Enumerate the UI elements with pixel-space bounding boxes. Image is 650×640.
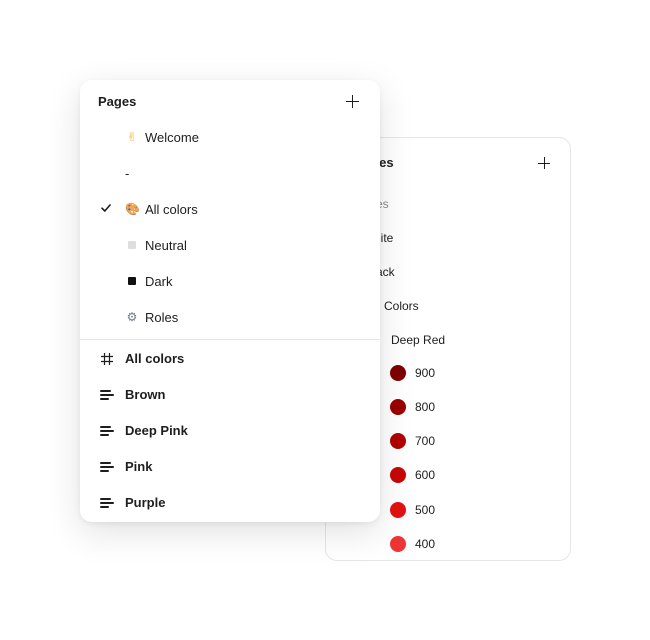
- layer-item-purple[interactable]: Purple: [80, 493, 380, 513]
- layer-item-deep-pink[interactable]: Deep Pink: [80, 421, 380, 441]
- layer-label: Pink: [125, 459, 153, 474]
- color-swatch: [390, 467, 406, 483]
- auto-layout-icon: [100, 388, 114, 402]
- page-item-welcome[interactable]: ✌ Welcome: [80, 128, 380, 148]
- color-swatch: [390, 536, 406, 552]
- swatch-label: 600: [415, 468, 436, 482]
- pages-panel: Pages ✌ Welcome - 🎨 All colors Neutral D…: [80, 80, 380, 522]
- black-square-icon: [125, 274, 139, 288]
- checkmark-icon: [101, 204, 111, 212]
- palette-icon: 🎨: [125, 202, 140, 216]
- panel-divider: [80, 339, 380, 340]
- auto-layout-icon: [100, 460, 114, 474]
- swatch-label: 700: [415, 434, 436, 448]
- layer-label: All colors: [125, 351, 185, 366]
- page-item-divider[interactable]: -: [80, 164, 380, 184]
- layer-item-pink[interactable]: Pink: [80, 457, 380, 477]
- swatch-label: 500: [415, 503, 436, 517]
- gear-icon: ⚙: [126, 310, 138, 324]
- frame-hash-icon: [101, 353, 113, 365]
- color-swatch: [390, 399, 406, 415]
- page-label: All colors: [145, 202, 198, 217]
- page-label: Welcome: [145, 130, 199, 145]
- auto-layout-icon: [100, 424, 114, 438]
- auto-layout-icon: [100, 496, 114, 510]
- page-label: -: [125, 166, 130, 181]
- page-label: Neutral: [145, 238, 187, 253]
- style-group-deep-red[interactable]: Deep Red: [391, 333, 445, 347]
- page-item-dark[interactable]: Dark: [80, 272, 380, 292]
- color-swatch: [390, 433, 406, 449]
- add-style-icon[interactable]: [538, 157, 550, 169]
- page-label: Roles: [145, 310, 179, 325]
- victory-hand-icon: ✌: [126, 130, 138, 144]
- layer-label: Brown: [125, 387, 166, 402]
- light-gray-square-icon: [125, 238, 139, 252]
- page-item-neutral[interactable]: Neutral: [80, 236, 380, 256]
- swatch-label: 900: [415, 366, 436, 380]
- add-page-icon[interactable]: [346, 95, 359, 108]
- page-item-all-colors[interactable]: 🎨 All colors: [80, 200, 380, 220]
- page-label: Dark: [145, 274, 173, 289]
- layer-item-brown[interactable]: Brown: [80, 385, 380, 405]
- swatch-label: 400: [415, 537, 436, 551]
- style-group-colors[interactable]: Colors: [384, 299, 419, 313]
- pages-title: Pages: [98, 94, 137, 109]
- layer-item-all-colors[interactable]: All colors: [80, 349, 380, 369]
- layer-label: Purple: [125, 495, 166, 510]
- swatch-label: 800: [415, 400, 436, 414]
- layer-label: Deep Pink: [125, 423, 188, 438]
- page-item-roles[interactable]: ⚙ Roles: [80, 308, 380, 328]
- color-swatch: [390, 365, 406, 381]
- color-swatch: [390, 502, 406, 518]
